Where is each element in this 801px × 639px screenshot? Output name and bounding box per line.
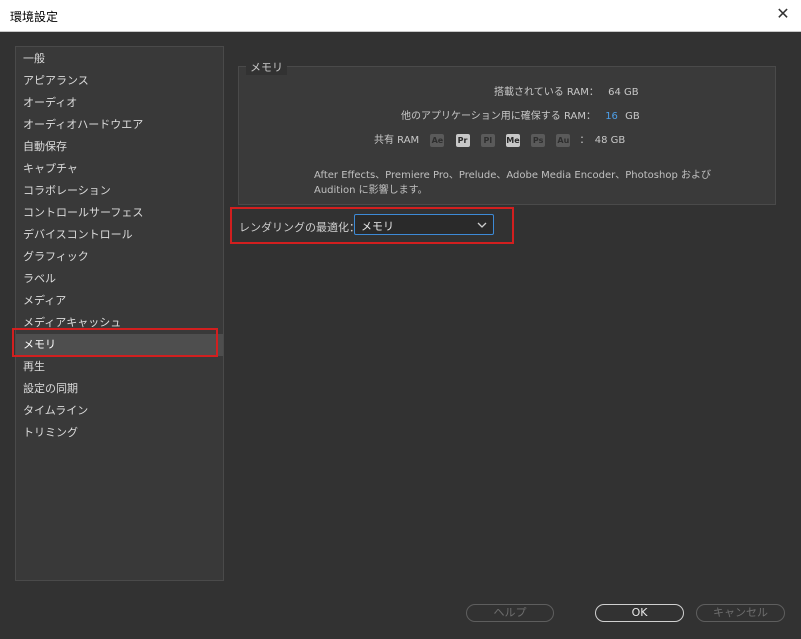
media-encoder-icon: Me <box>505 133 520 147</box>
sidebar-item-device-control[interactable]: デバイスコントロール <box>16 224 223 246</box>
sidebar-item-playback[interactable]: 再生 <box>16 356 223 378</box>
sidebar-item-memory[interactable]: メモリ <box>16 334 223 356</box>
installed-ram-value: 64 GB <box>608 87 639 98</box>
premiere-pro-icon: Pr <box>455 133 470 147</box>
shared-ram-label: 共有 RAM <box>374 135 420 146</box>
help-button[interactable]: ヘルプ <box>466 604 554 622</box>
sidebar-item-general[interactable]: 一般 <box>16 48 223 70</box>
sidebar-item-timeline[interactable]: タイムライン <box>16 400 223 422</box>
memory-group-title: メモリ <box>246 59 287 75</box>
shared-ram-row: 共有 RAM Ae Pr Pl Me Ps Au ： 48 GB <box>374 131 625 147</box>
cancel-button[interactable]: キャンセル <box>696 604 785 622</box>
memory-note-line-2: Audition に影響します。 <box>314 185 428 196</box>
reserved-ram-label: 他のアプリケーション用に確保する RAM： <box>401 111 596 122</box>
title-bar: 環境設定 ✕ <box>0 0 801 32</box>
reserved-ram-unit: GB <box>625 111 640 122</box>
memory-note: After Effects、Premiere Pro、Prelude、Adobe… <box>314 168 734 198</box>
sidebar-item-trim[interactable]: トリミング <box>16 422 223 444</box>
sidebar-item-media[interactable]: メディア <box>16 290 223 312</box>
after-effects-icon: Ae <box>430 133 445 147</box>
photoshop-icon: Ps <box>531 133 546 147</box>
installed-ram-row: 搭載されている RAM： 64 GB <box>494 83 639 98</box>
sidebar-item-collaboration[interactable]: コラボレーション <box>16 180 223 202</box>
memory-note-line-1: After Effects、Premiere Pro、Prelude、Adobe… <box>314 170 711 181</box>
ok-button[interactable]: OK <box>595 604 684 622</box>
sidebar-item-audio-hardware[interactable]: オーディオハードウエア <box>16 114 223 136</box>
render-optimize-label: レンダリングの最適化： <box>239 221 360 234</box>
close-icon[interactable]: ✕ <box>773 4 793 24</box>
sidebar-item-auto-save[interactable]: 自動保存 <box>16 136 223 158</box>
sidebar-item-control-surface[interactable]: コントロールサーフェス <box>16 202 223 224</box>
reserved-ram-row: 他のアプリケーション用に確保する RAM： 16 GB <box>401 107 640 122</box>
chevron-down-icon <box>477 217 487 233</box>
audition-icon: Au <box>556 133 571 147</box>
sidebar-item-sync-settings[interactable]: 設定の同期 <box>16 378 223 400</box>
sidebar-item-audio[interactable]: オーディオ <box>16 92 223 114</box>
sidebar-item-graphics[interactable]: グラフィック <box>16 246 223 268</box>
render-optimize-dropdown[interactable]: メモリ <box>354 214 494 235</box>
sidebar-item-capture[interactable]: キャプチャ <box>16 158 223 180</box>
shared-ram-value: 48 GB <box>594 135 626 146</box>
sidebar-item-appearance[interactable]: アピアランス <box>16 70 223 92</box>
render-optimize-value: メモリ <box>361 220 394 233</box>
installed-ram-label: 搭載されている RAM： <box>494 87 599 98</box>
sidebar-item-labels[interactable]: ラベル <box>16 268 223 290</box>
reserved-ram-value[interactable]: 16 <box>605 111 618 122</box>
preferences-category-list: 一般 アピアランス オーディオ オーディオハードウエア 自動保存 キャプチャ コ… <box>15 46 224 581</box>
prelude-icon: Pl <box>480 133 495 147</box>
shared-ram-separator: ： <box>579 135 590 146</box>
window-title: 環境設定 <box>10 10 59 24</box>
sidebar-item-media-cache[interactable]: メディアキャッシュ <box>16 312 223 334</box>
